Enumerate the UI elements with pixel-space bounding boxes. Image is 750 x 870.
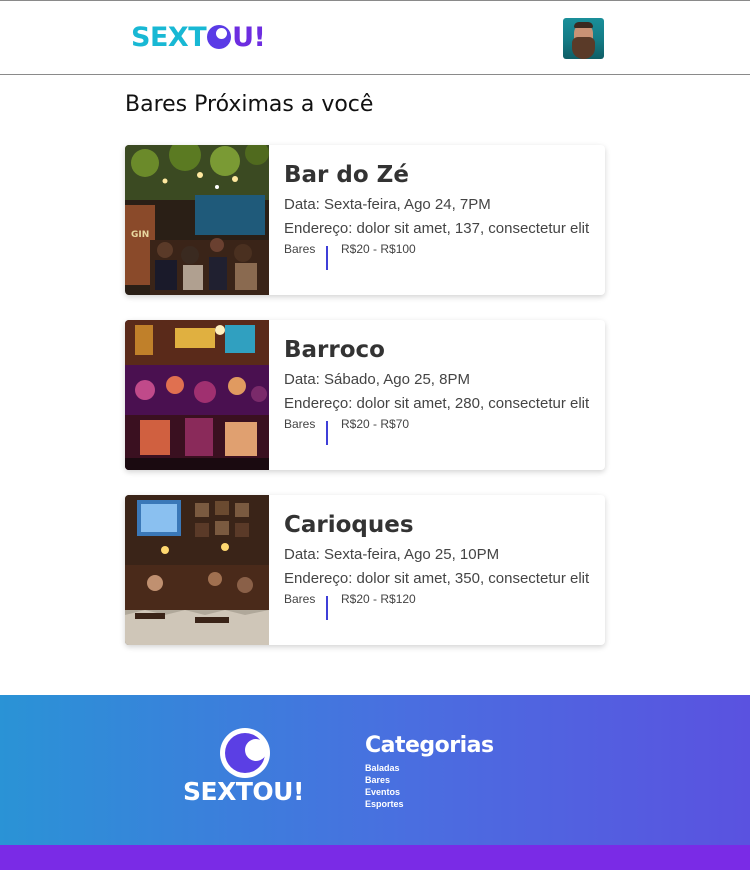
bar-date: Data: Sexta-feira, Ago 25, 10PM	[284, 546, 500, 563]
avatar-beard	[572, 37, 595, 59]
bar-card[interactable]: Barroco Data: Sábado, Ago 25, 8PM Endere…	[125, 320, 605, 470]
bar-card[interactable]: GIN Bar do Zé Data: Sexta-feira, Ago 24,…	[125, 145, 605, 295]
bar-card[interactable]: Carioques Data: Sexta-feira, Ago 25, 10P…	[125, 495, 605, 645]
bar-address: Endereço: dolor sit amet, 137, consectet…	[284, 220, 590, 237]
bar-address: Endereço: dolor sit amet, 280, consectet…	[284, 395, 590, 412]
bar-price: R$20 - R$120	[341, 592, 416, 606]
footer: SEXTOU! Categorias Baladas Bares Eventos…	[0, 695, 750, 845]
bar-name[interactable]: Barroco	[284, 337, 385, 363]
footer-moon-inner	[225, 733, 267, 773]
page-title: Bares Próximas a você	[125, 92, 374, 117]
separator	[326, 596, 328, 620]
footer-moon-hole	[245, 739, 267, 761]
bar-address: Endereço: dolor sit amet, 350, consectet…	[284, 570, 590, 587]
footer-bottom-bar	[0, 845, 750, 870]
separator	[326, 421, 328, 445]
bar-photo	[125, 320, 269, 470]
bar-category: Bares	[284, 242, 316, 256]
logo[interactable]: SEXT U!	[131, 20, 266, 54]
logo-text-end: U!	[232, 21, 266, 53]
footer-link-eventos[interactable]: Eventos	[365, 786, 404, 798]
logo-text-start: SEXT	[131, 21, 207, 53]
bar-date: Data: Sexta-feira, Ago 24, 7PM	[284, 196, 491, 213]
gin-sign: GIN	[131, 230, 149, 240]
logo-moon-icon	[207, 25, 232, 49]
bar-price: R$20 - R$70	[341, 417, 410, 431]
bar-photo	[125, 495, 269, 645]
footer-categories-title: Categorias	[365, 733, 494, 758]
avatar-hair	[574, 22, 593, 28]
footer-brand: SEXTOU!	[183, 777, 304, 806]
bar-photo: GIN	[125, 145, 269, 295]
bar-date: Data: Sábado, Ago 25, 8PM	[284, 371, 470, 388]
footer-link-bares[interactable]: Bares	[365, 774, 404, 786]
footer-moon-icon	[220, 728, 270, 778]
footer-link-esportes[interactable]: Esportes	[365, 798, 404, 810]
bar-name[interactable]: Bar do Zé	[284, 162, 409, 188]
bar-category: Bares	[284, 592, 316, 606]
separator	[326, 246, 328, 270]
bar-category: Bares	[284, 417, 316, 431]
header: SEXT U!	[0, 0, 750, 75]
bar-name[interactable]: Carioques	[284, 512, 414, 538]
avatar[interactable]	[563, 18, 604, 59]
footer-link-baladas[interactable]: Baladas	[365, 762, 404, 774]
footer-categories-list: Baladas Bares Eventos Esportes	[365, 762, 404, 810]
bar-price: R$20 - R$100	[341, 242, 416, 256]
